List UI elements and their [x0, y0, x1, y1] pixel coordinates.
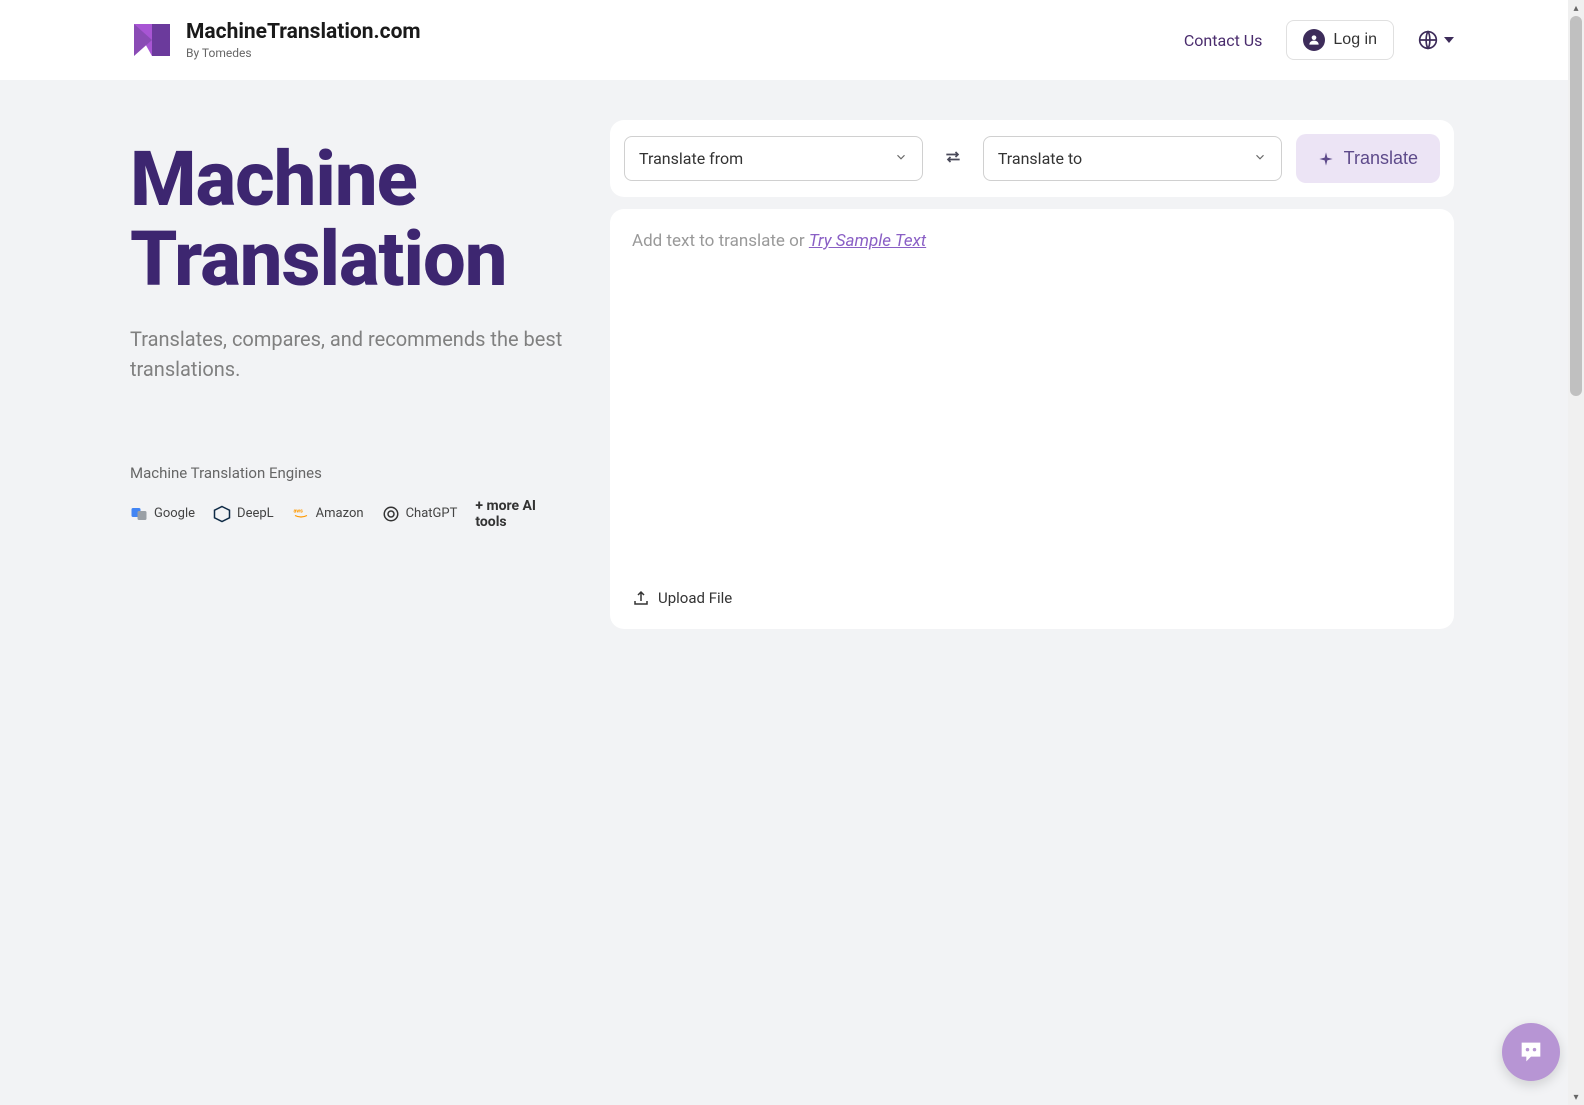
person-icon: [1303, 29, 1325, 51]
upload-file-button[interactable]: Upload File: [632, 589, 1432, 607]
engine-deepl: DeepL: [213, 505, 274, 523]
chatgpt-icon: [382, 505, 400, 523]
textarea-placeholder: Add text to translate or Try Sample Text: [632, 231, 1432, 251]
main-content: Machine Translation Translates, compares…: [0, 80, 1584, 669]
translate-to-select[interactable]: Translate to: [983, 136, 1282, 181]
chevron-down-icon: [1444, 37, 1454, 43]
google-icon: [130, 505, 148, 523]
more-ai-tools-link[interactable]: + more AI tools: [475, 498, 570, 530]
translate-bar: Translate from Translate to: [610, 120, 1454, 197]
hero-subtitle: Translates, compares, and recommends the…: [130, 324, 570, 384]
engine-label: DeepL: [237, 506, 274, 521]
logo-text: MachineTranslation.com By Tomedes: [186, 20, 421, 60]
translate-text-area[interactable]: Add text to translate or Try Sample Text…: [610, 209, 1454, 629]
logo-title: MachineTranslation.com: [186, 20, 421, 44]
logo-section[interactable]: MachineTranslation.com By Tomedes: [130, 20, 421, 60]
logo-icon: [130, 20, 174, 60]
translate-from-label: Translate from: [639, 149, 743, 168]
chevron-down-icon: [1253, 149, 1267, 168]
translate-button-label: Translate: [1344, 148, 1418, 169]
engine-chatgpt: ChatGPT: [382, 505, 458, 523]
sparkle-icon: [1318, 151, 1334, 167]
swap-languages-button[interactable]: [937, 141, 969, 177]
translate-from-select[interactable]: Translate from: [624, 136, 923, 181]
upload-label: Upload File: [658, 589, 732, 607]
chevron-down-icon: [894, 149, 908, 168]
hero-title: Machine Translation: [130, 140, 570, 300]
login-label: Log in: [1333, 31, 1377, 49]
header: MachineTranslation.com By Tomedes Contac…: [0, 0, 1584, 80]
upload-icon: [632, 589, 650, 607]
try-sample-text-link[interactable]: Try Sample Text: [809, 231, 926, 251]
svg-text:aws: aws: [293, 508, 303, 514]
globe-icon: [1418, 30, 1438, 50]
hero-title-line2: Translation: [130, 214, 507, 304]
logo-subtitle: By Tomedes: [186, 46, 421, 60]
amazon-icon: aws: [292, 505, 310, 523]
contact-us-link[interactable]: Contact Us: [1184, 31, 1263, 50]
scrollbar-arrow-down-icon[interactable]: ▾: [1568, 1089, 1584, 1105]
engine-amazon: aws Amazon: [292, 505, 364, 523]
hero-title-line1: Machine: [130, 134, 417, 224]
engines-label: Machine Translation Engines: [130, 464, 570, 482]
chat-widget-button[interactable]: [1502, 1023, 1560, 1081]
translate-to-label: Translate to: [998, 149, 1082, 168]
language-selector[interactable]: [1418, 30, 1454, 50]
engine-google: Google: [130, 505, 195, 523]
right-section: Translate from Translate to: [610, 120, 1454, 629]
left-section: Machine Translation Translates, compares…: [130, 120, 570, 629]
engine-label: Amazon: [316, 506, 364, 521]
deepl-icon: [213, 505, 231, 523]
translate-button[interactable]: Translate: [1296, 134, 1440, 183]
scrollbar-arrow-up-icon[interactable]: ▴: [1568, 0, 1584, 16]
scrollbar-thumb[interactable]: [1570, 16, 1582, 396]
engine-label: ChatGPT: [406, 506, 458, 521]
engine-label: Google: [154, 506, 195, 521]
login-button[interactable]: Log in: [1286, 20, 1394, 60]
engines-list: Google DeepL aws Amazon ChatGPT + m: [130, 498, 570, 530]
header-right: Contact Us Log in: [1184, 20, 1454, 60]
placeholder-prefix: Add text to translate or: [632, 231, 809, 251]
scrollbar[interactable]: ▴ ▾: [1568, 0, 1584, 1105]
